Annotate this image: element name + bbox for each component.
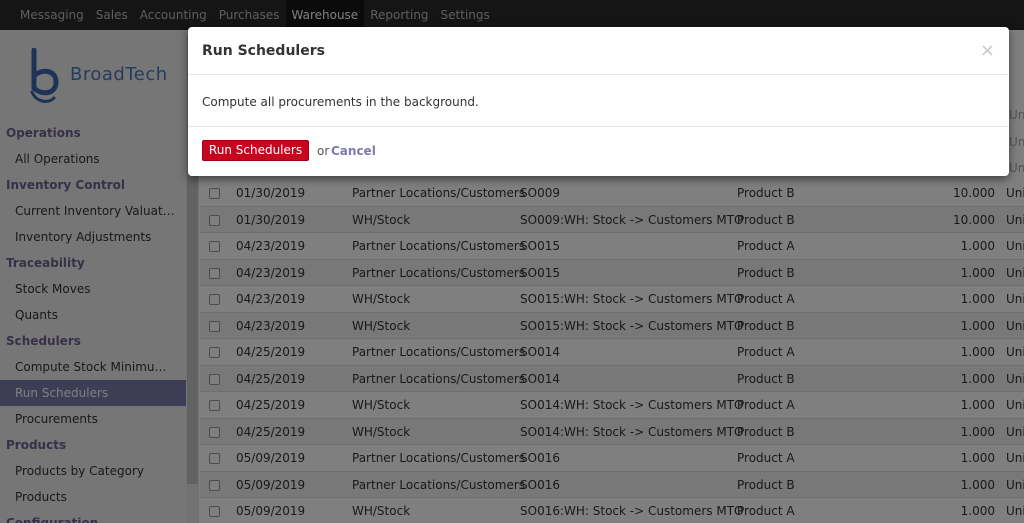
partial-unit-cell: Uni xyxy=(1009,108,1024,122)
dialog-footer: Run Schedulers or Cancel xyxy=(188,127,1009,175)
dialog-body: Compute all procurements in the backgrou… xyxy=(188,75,1009,127)
dialog-message: Compute all procurements in the backgrou… xyxy=(202,95,479,109)
dialog-header: Run Schedulers × xyxy=(188,27,1009,75)
partial-unit-cell: Uni xyxy=(1009,135,1024,149)
or-text: or xyxy=(317,144,330,158)
run-schedulers-button[interactable]: Run Schedulers xyxy=(202,140,309,161)
cancel-link[interactable]: Cancel xyxy=(331,144,376,158)
close-icon[interactable]: × xyxy=(980,40,995,61)
partial-unit-cell: Uni xyxy=(1009,161,1024,175)
dialog-title: Run Schedulers xyxy=(202,43,325,59)
run-schedulers-dialog: Run Schedulers × Compute all procurement… xyxy=(188,27,1009,176)
